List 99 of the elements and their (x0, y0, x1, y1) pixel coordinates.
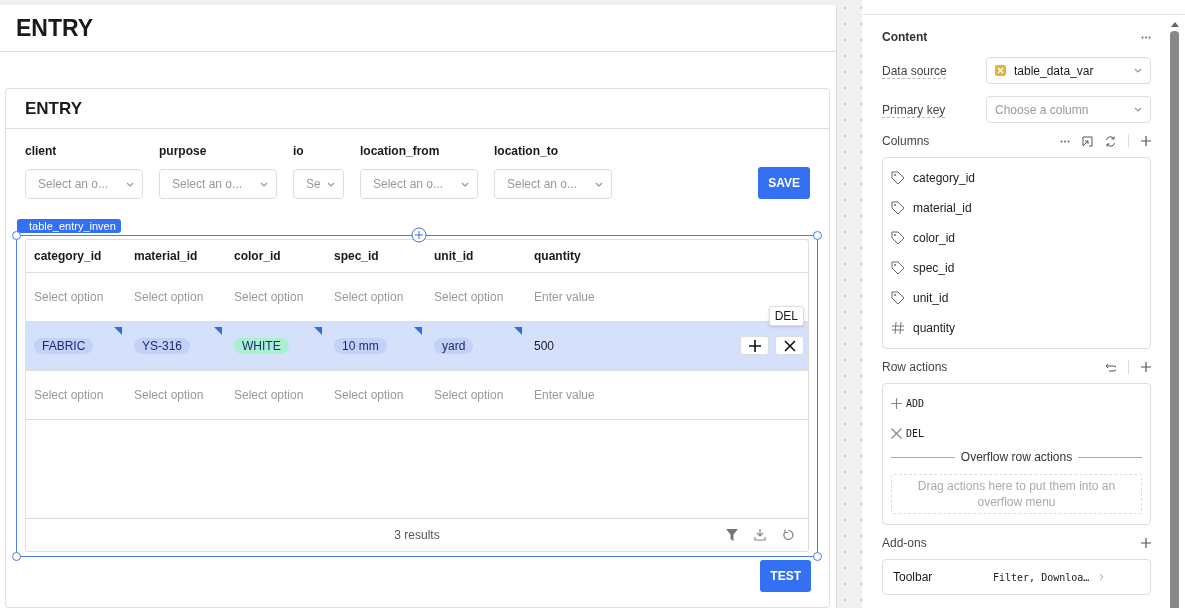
tag-icon (891, 261, 905, 275)
column-item[interactable]: unit_id (913, 291, 949, 305)
select-field[interactable]: Se (293, 169, 344, 199)
column-header: color_id (233, 249, 282, 263)
section-title: Content (882, 30, 928, 44)
cell-placeholder[interactable]: Select option (134, 290, 204, 304)
save-button[interactable]: SAVE (758, 167, 810, 199)
value-tag: 10 mm (334, 338, 387, 354)
tag-icon (891, 291, 905, 305)
chevron-down-icon (461, 181, 469, 187)
cell-placeholder[interactable]: Select option (134, 388, 204, 402)
results-count: 3 results (394, 528, 440, 542)
expand-icon[interactable] (1082, 135, 1093, 147)
drop-zone[interactable]: Drag actions here to put them into an overflow menu (891, 474, 1142, 514)
plus-icon (748, 339, 761, 352)
select-field[interactable]: Select an o... (360, 169, 478, 199)
chevron-down-icon (126, 181, 134, 187)
close-icon (783, 339, 796, 352)
cell-placeholder[interactable]: Select option (434, 290, 504, 304)
data-source-select[interactable]: table_data_var (986, 57, 1151, 84)
column-header: unit_id (433, 249, 475, 263)
test-button[interactable]: TEST (760, 560, 811, 592)
cell-placeholder[interactable]: Select option (434, 388, 504, 402)
delete-row-button[interactable] (775, 336, 804, 355)
hash-icon (891, 321, 905, 335)
chevron-down-icon (327, 181, 335, 187)
column-item[interactable]: color_id (913, 231, 956, 245)
return-icon[interactable] (1105, 362, 1116, 372)
section-title: Row actions (882, 360, 948, 374)
cell-placeholder[interactable]: Select option (334, 388, 404, 402)
value-tag: yard (434, 338, 474, 354)
tag-icon (891, 201, 905, 215)
row-action-item[interactable]: ADD (906, 397, 925, 409)
variable-icon (995, 65, 1006, 76)
cell-placeholder[interactable]: Select option (234, 290, 304, 304)
more-icon[interactable] (1141, 35, 1151, 39)
plus-icon[interactable] (1141, 362, 1151, 372)
resize-handle[interactable] (813, 231, 822, 240)
scrollbar-thumb[interactable] (1170, 31, 1179, 608)
cell-placeholder[interactable]: Select option (234, 388, 304, 402)
field-label: location_to (494, 144, 559, 158)
divider-label: Overflow row actions (960, 450, 1073, 464)
property-label: Primary key (882, 102, 947, 117)
select-field[interactable]: Select an o... (159, 169, 277, 199)
scroll-up-icon[interactable] (1170, 22, 1179, 27)
page-title: ENTRY (16, 14, 94, 42)
column-header: material_id (133, 249, 199, 263)
add-circle-icon[interactable] (411, 227, 427, 243)
column-header: spec_id (333, 249, 380, 263)
component-tag[interactable]: table_entry_inven (17, 219, 121, 233)
section-title: Add-ons (882, 536, 927, 550)
card-title: ENTRY (25, 98, 82, 119)
field-label: client (25, 144, 58, 158)
cell-placeholder[interactable]: Enter value (534, 388, 595, 402)
cell-value[interactable]: 500 (534, 339, 555, 353)
cell-placeholder[interactable]: Select option (34, 388, 104, 402)
chevron-down-icon (595, 181, 603, 187)
field-label: location_from (360, 144, 441, 158)
select-field[interactable]: Select an o... (25, 169, 143, 199)
value-tag: FABRIC (34, 338, 94, 354)
more-icon[interactable] (1060, 139, 1070, 143)
cell-placeholder[interactable]: Select option (334, 290, 404, 304)
select-field[interactable]: Select an o... (494, 169, 612, 199)
column-header: quantity (533, 249, 582, 263)
column-item[interactable]: material_id (913, 201, 972, 215)
field-label: purpose (159, 144, 208, 158)
close-icon (891, 427, 902, 439)
chevron-right-icon (1099, 573, 1105, 581)
column-item[interactable]: spec_id (913, 261, 955, 275)
add-row-button[interactable] (740, 336, 769, 355)
property-label: Data source (882, 63, 948, 78)
column-item[interactable]: category_id (913, 171, 976, 185)
tooltip: DEL (768, 306, 804, 326)
addon-item[interactable]: Toolbar Filter, Downloa… (882, 559, 1151, 595)
column-header: category_id (33, 249, 103, 263)
plus-icon[interactable] (1141, 538, 1151, 548)
filter-icon[interactable] (726, 529, 738, 541)
cell-placeholder[interactable]: Enter value (534, 290, 595, 304)
field-label: io (293, 144, 305, 158)
cell-placeholder[interactable]: Select option (34, 290, 104, 304)
value-tag: WHITE (234, 338, 289, 354)
sync-icon[interactable] (1105, 135, 1116, 147)
tag-icon (891, 171, 905, 185)
value-tag: YS-316 (134, 338, 191, 354)
section-title: Columns (882, 134, 930, 148)
resize-handle[interactable] (12, 552, 21, 561)
plus-icon[interactable] (1141, 136, 1151, 146)
chevron-down-icon (260, 181, 268, 187)
refresh-icon[interactable] (782, 529, 794, 541)
column-item[interactable]: quantity (913, 321, 956, 335)
chevron-down-icon (1134, 107, 1142, 112)
plus-icon (891, 397, 902, 409)
tag-icon (891, 231, 905, 245)
primary-key-select[interactable]: Choose a column (986, 96, 1151, 123)
download-icon[interactable] (754, 529, 766, 541)
row-action-item[interactable]: DEL (906, 427, 925, 439)
chevron-down-icon (1134, 68, 1142, 73)
resize-handle[interactable] (12, 231, 21, 240)
resize-handle[interactable] (813, 552, 822, 561)
